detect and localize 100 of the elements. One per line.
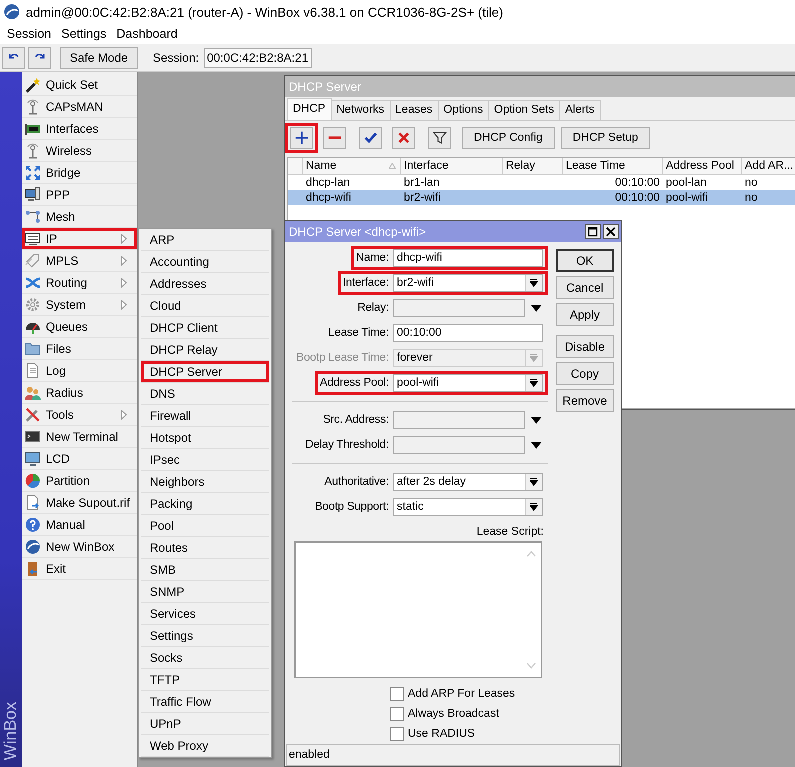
table-cell-text: pool-lan (665, 176, 708, 188)
submenu-item[interactable]: Packing (141, 493, 269, 515)
sidebar-item[interactable]: Radius (22, 382, 137, 404)
dropdown-arrow-icon (530, 478, 538, 486)
dropdown-field[interactable]: pool-wifi (393, 374, 543, 392)
disable-button[interactable] (392, 127, 415, 149)
column-header[interactable]: Add AR... (742, 158, 795, 174)
field-label: Bootp Support: (315, 501, 389, 513)
input-field[interactable]: 00:10:00 (393, 324, 543, 342)
tab[interactable]: Networks (330, 100, 391, 120)
submenu-item[interactable]: ARP (141, 229, 269, 251)
dialog-button[interactable]: Disable (556, 335, 614, 358)
submenu-item[interactable]: Cloud (141, 295, 269, 317)
safe-mode-button[interactable]: Safe Mode (60, 46, 138, 68)
sidebar-item[interactable]: New Terminal (22, 426, 137, 448)
dropdown-arrow-icon[interactable] (531, 442, 542, 448)
submenu-item[interactable]: Hotspot (141, 427, 269, 449)
submenu-item[interactable]: SMB (141, 559, 269, 581)
tab[interactable]: Leases (390, 100, 439, 120)
table-cell-text: dhcp-wifi (305, 192, 352, 204)
combo-field[interactable] (393, 299, 525, 317)
sidebar-item[interactable]: Tools (22, 404, 137, 426)
tab[interactable]: Alerts (559, 100, 601, 120)
dialog-button[interactable]: OK (556, 249, 614, 272)
submenu-item[interactable]: Traffic Flow (141, 691, 269, 713)
submenu-item[interactable]: TFTP (141, 669, 269, 691)
submenu-item[interactable]: Routes (141, 537, 269, 559)
table-row[interactable]: dhcp-wifi br2-wifi 00:10:00 pool-wifi no (288, 190, 795, 205)
menu-item[interactable]: Session (2, 25, 56, 43)
dialog-button[interactable]: Remove (556, 389, 614, 412)
combo-field[interactable] (393, 436, 525, 454)
submenu-item[interactable]: DNS (141, 383, 269, 405)
submenu-item[interactable]: Services (141, 603, 269, 625)
submenu-item[interactable]: Accounting (141, 251, 269, 273)
redo-button[interactable] (28, 46, 51, 68)
dropdown-field[interactable]: static (393, 498, 543, 516)
filter-button[interactable] (428, 127, 451, 149)
add-button[interactable] (290, 127, 313, 149)
checkbox[interactable] (390, 707, 404, 721)
undo-button[interactable] (2, 46, 25, 68)
computer-icon (25, 186, 41, 202)
sidebar-item[interactable]: IP (22, 228, 137, 250)
submenu-item[interactable]: DHCP Relay (141, 339, 269, 361)
tab[interactable]: DHCP (287, 98, 332, 120)
toolbar-button[interactable]: DHCP Config (462, 127, 555, 149)
sidebar-item[interactable]: System (22, 294, 137, 316)
submenu-item[interactable]: UPnP (141, 713, 269, 735)
sidebar-item[interactable]: LCD (22, 448, 137, 470)
sidebar-item[interactable]: PPP (22, 184, 137, 206)
submenu-item[interactable]: Pool (141, 515, 269, 537)
enable-button[interactable] (359, 127, 382, 149)
table-row[interactable]: dhcp-lan br1-lan 00:10:00 pool-lan no (288, 175, 795, 190)
column-header[interactable]: Address Pool (663, 158, 742, 174)
sidebar-item[interactable]: Routing (22, 272, 137, 294)
submenu-item[interactable]: Addresses (141, 273, 269, 295)
dialog-button[interactable]: Copy (556, 362, 614, 385)
submenu-item[interactable]: Neighbors (141, 471, 269, 493)
sidebar-item[interactable]: Interfaces (22, 118, 137, 140)
sidebar-item[interactable]: Partition (22, 470, 137, 492)
dropdown-arrow-icon[interactable] (531, 416, 542, 424)
sidebar-item[interactable]: Files (22, 338, 137, 360)
submenu-item[interactable]: SNMP (141, 581, 269, 603)
sidebar-item[interactable]: Make Supout.rif (22, 492, 137, 514)
dropdown-field[interactable]: br2-wifi (393, 274, 543, 292)
sidebar-item[interactable]: Manual (22, 514, 137, 536)
tab[interactable]: Options (438, 100, 490, 120)
check-icon (364, 131, 378, 145)
column-header[interactable]: Relay (503, 158, 563, 174)
script-text-area[interactable] (294, 541, 542, 678)
field-label: Address Pool: (320, 377, 389, 389)
combo-field[interactable] (393, 411, 525, 429)
column-header[interactable]: Lease Time (563, 158, 663, 174)
input-field[interactable]: dhcp-wifi (393, 249, 543, 267)
toolbar-button[interactable]: DHCP Setup (560, 127, 650, 149)
dropdown-field[interactable]: after 2s delay (393, 473, 543, 491)
menu-item[interactable]: Settings (56, 25, 112, 43)
dropdown-arrow-icon[interactable] (531, 304, 542, 312)
sidebar-item[interactable]: Log (22, 360, 137, 382)
dialog-button[interactable]: Apply (556, 303, 614, 326)
submenu-item[interactable]: Socks (141, 647, 269, 669)
submenu-item[interactable]: IPsec (141, 449, 269, 471)
submenu-item[interactable]: Settings (141, 625, 269, 647)
checkbox[interactable] (390, 687, 404, 701)
session-field[interactable]: 00:0C:42:B2:8A:21 (204, 48, 312, 68)
sidebar-item[interactable]: New WinBox (22, 536, 137, 558)
checkbox[interactable] (390, 727, 404, 741)
remove-button[interactable] (323, 127, 346, 149)
antenna-icon (25, 98, 41, 114)
dialog-button[interactable]: Cancel (556, 276, 614, 299)
tab[interactable]: Option Sets (488, 100, 560, 120)
submenu-item[interactable]: DHCP Client (141, 317, 269, 339)
column-header[interactable]: Interface (401, 158, 503, 174)
sidebar-item[interactable]: Exit (22, 558, 137, 580)
maximize-button[interactable] (585, 224, 601, 239)
submenu-item[interactable]: Web Proxy (141, 735, 269, 757)
submenu-item[interactable]: DHCP Server (141, 361, 269, 383)
menu-item[interactable]: Dashboard (112, 25, 183, 43)
submenu-item[interactable]: Firewall (141, 405, 269, 427)
column-header[interactable]: Name (303, 158, 401, 174)
close-button[interactable] (603, 224, 619, 239)
